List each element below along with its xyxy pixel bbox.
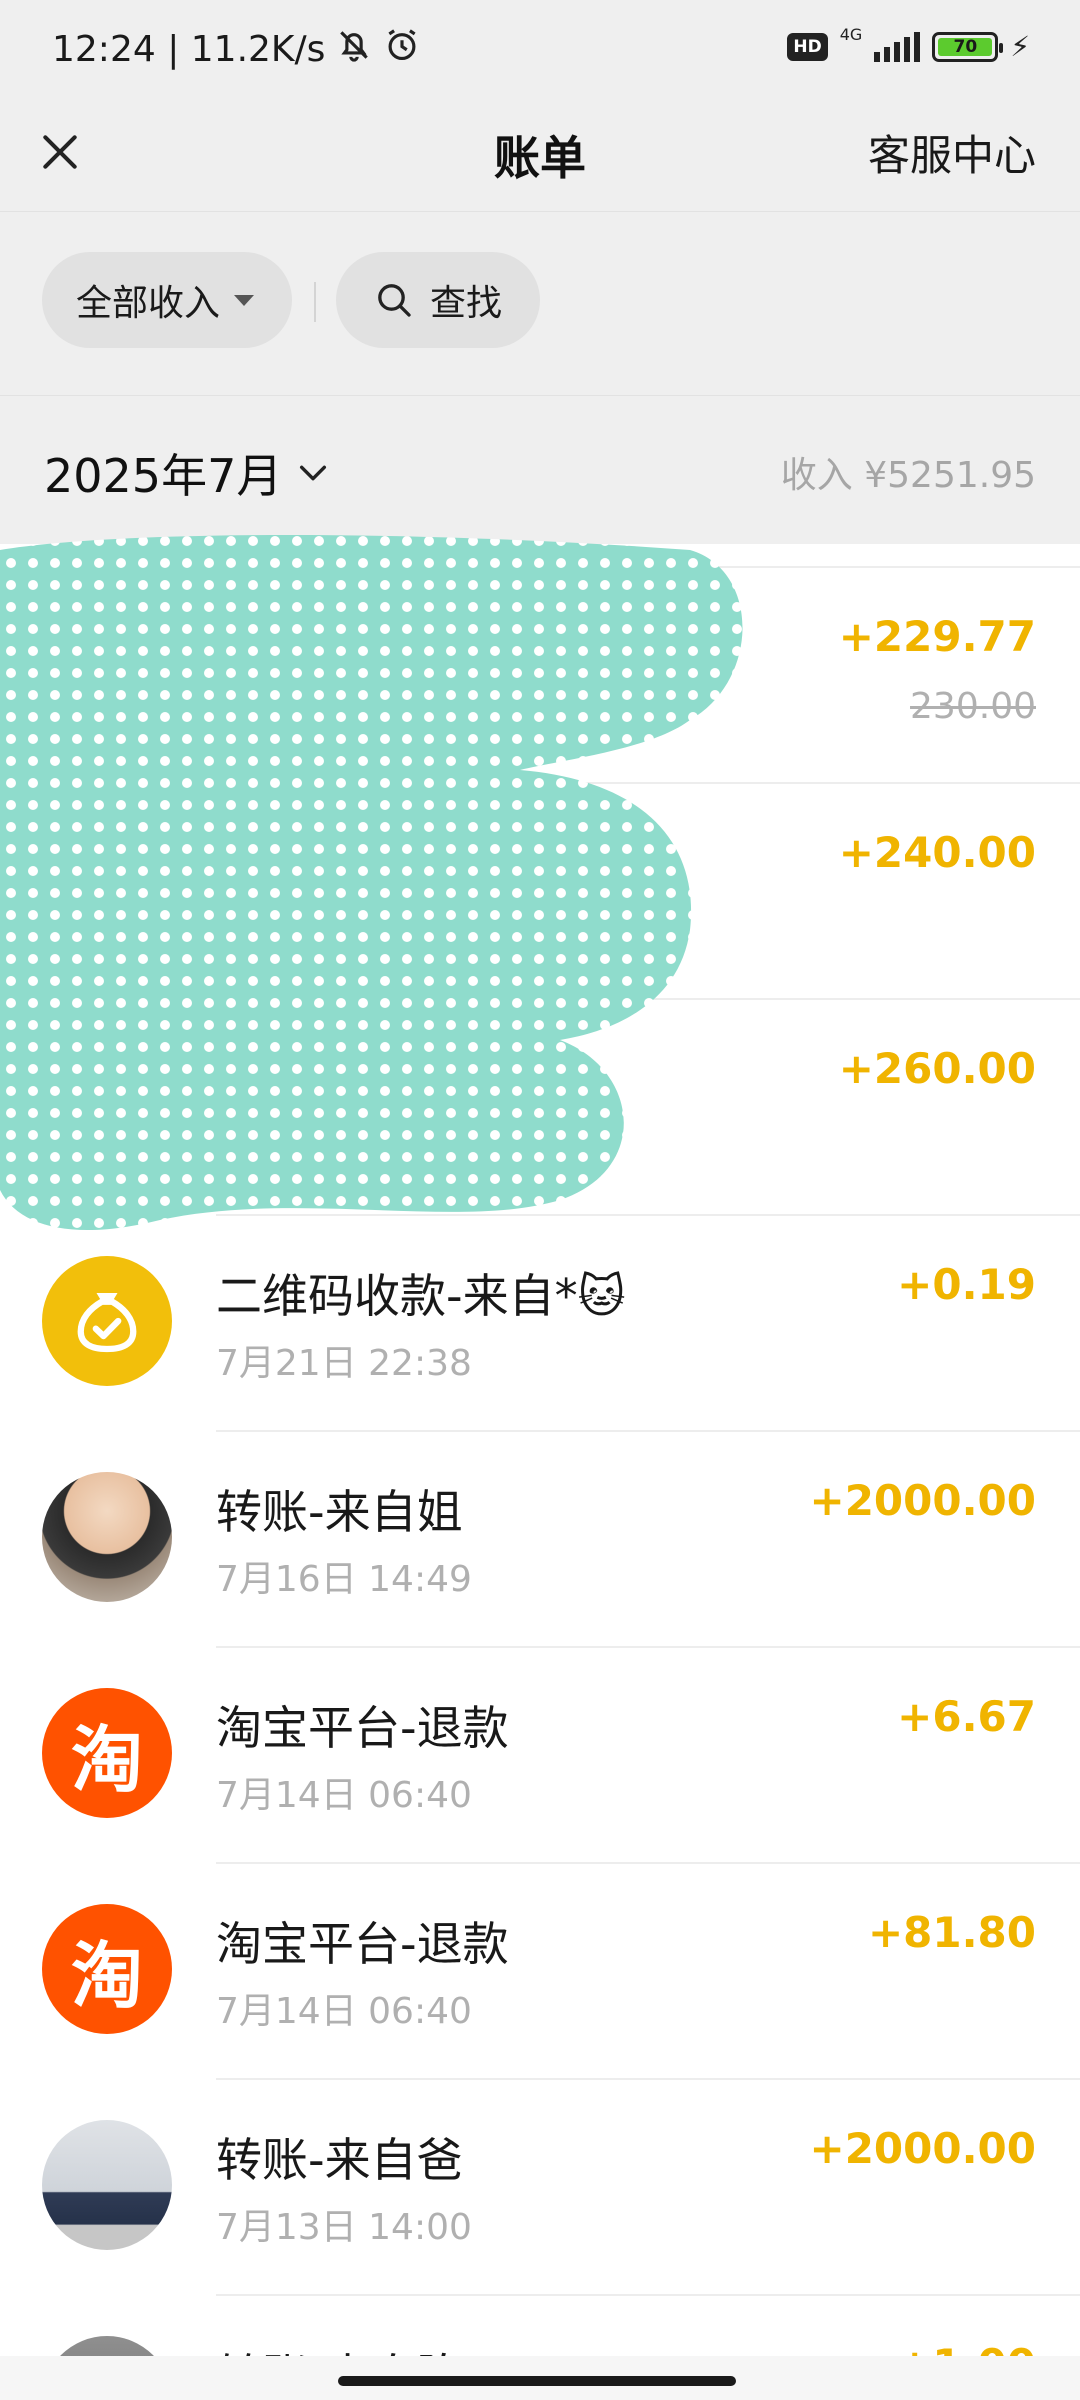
transaction-time: 7月13日 14:00	[216, 2207, 472, 2248]
nav-bar: 账单 客服中心	[0, 100, 1080, 212]
row-divider	[216, 1430, 1080, 1432]
signal-icon	[874, 31, 921, 62]
transaction-row[interactable]: 转账-来自姐 7月16日 14:49 +2000.00	[0, 1430, 1080, 1646]
row-divider	[216, 2078, 1080, 2080]
row-divider	[216, 1862, 1080, 1864]
month-label: 2025年7月	[44, 449, 283, 503]
transaction-title: 淘宝平台-退款	[216, 1917, 509, 1971]
transaction-row[interactable]: +229.77 230.00	[0, 566, 1080, 782]
row-divider	[216, 782, 1080, 784]
charging-icon: ⚡	[1010, 30, 1030, 63]
transaction-title: 淘宝平台-退款	[216, 1701, 509, 1755]
search-label: 查找	[430, 283, 503, 324]
month-header: 2025年7月 收入 ¥5251.95	[0, 396, 1080, 544]
transaction-row[interactable]: 淘 淘宝平台-退款 7月14日 06:40 +6.67	[0, 1646, 1080, 1862]
search-icon	[378, 284, 411, 317]
row-divider	[216, 1214, 1080, 1216]
home-indicator[interactable]	[338, 2376, 736, 2386]
transaction-amount: +2000.00	[809, 1476, 1037, 1525]
transaction-amount: +1.00	[897, 2340, 1036, 2356]
month-income-total: 收入 ¥5251.95	[780, 455, 1036, 496]
transaction-row[interactable]: 二维码收款-来自*🐱 7月21日 22:38 +0.19	[0, 1214, 1080, 1430]
transaction-title: 转账-来自姐	[216, 1485, 463, 1539]
row-divider	[216, 566, 1080, 568]
transaction-title: 转账-来自陈**	[216, 2340, 509, 2356]
row-divider	[216, 2294, 1080, 2296]
avatar	[42, 2336, 172, 2356]
category-filter-dropdown[interactable]: 全部收入	[42, 252, 292, 348]
taobao-logo-icon: 淘	[42, 1904, 172, 2034]
transaction-time: 7月14日 06:40	[216, 1775, 472, 1816]
taobao-logo-icon: 淘	[42, 1688, 172, 1818]
battery-level: 70	[938, 37, 993, 57]
transaction-amount: +0.19	[897, 1260, 1036, 1309]
avatar	[42, 2120, 172, 2250]
home-area	[0, 2356, 1080, 2400]
transaction-row[interactable]: 转账-来自爸 7月13日 14:00 +2000.00	[0, 2078, 1080, 2294]
battery-icon: 70	[932, 31, 1004, 62]
status-left: 12:24 | 11.2K/s	[52, 26, 421, 73]
filter-divider	[314, 282, 316, 322]
filter-row: 全部收入 查找	[0, 212, 1080, 396]
transaction-row[interactable]: 转账-来自陈** +1.00	[0, 2294, 1080, 2356]
transaction-time: 7月16日 14:49	[216, 1559, 472, 1600]
transaction-amount: +81.80	[867, 1908, 1036, 1957]
customer-service-link[interactable]: 客服中心	[868, 122, 1036, 183]
avatar	[42, 1472, 172, 1602]
transaction-row[interactable]: 淘 淘宝平台-退款 7月14日 06:40 +81.80	[0, 1862, 1080, 2078]
caret-down-icon	[234, 294, 255, 306]
month-selector[interactable]: 2025年7月	[44, 440, 330, 506]
transaction-amount: +2000.00	[809, 2124, 1037, 2173]
transaction-row[interactable]: +240.00	[0, 782, 1080, 998]
network-label: 4G	[839, 25, 863, 44]
transaction-row[interactable]: +260.00	[0, 998, 1080, 1214]
status-time: 12:24 | 11.2K/s	[52, 29, 326, 70]
wallet-icon	[42, 1256, 172, 1386]
category-filter-label: 全部收入	[76, 283, 221, 324]
search-button[interactable]: 查找	[336, 252, 540, 348]
mute-bell-icon	[335, 26, 373, 73]
transaction-amount: +260.00	[838, 1044, 1036, 1093]
transaction-original-amount: 230.00	[910, 686, 1036, 727]
status-right: HD 4G 70 ⚡	[787, 25, 1030, 63]
transaction-amount: +6.67	[897, 1692, 1036, 1741]
chevron-down-icon	[300, 465, 327, 481]
transaction-title: 转账-来自爸	[216, 2133, 463, 2187]
row-divider	[216, 998, 1080, 1000]
transaction-amount: +240.00	[838, 828, 1036, 877]
row-divider	[216, 1646, 1080, 1648]
transaction-list: +229.77 230.00 +240.00 +260.00 二维码收款-来自*…	[0, 544, 1080, 2356]
hd-badge: HD	[787, 32, 828, 61]
transaction-time: 7月14日 06:40	[216, 1991, 472, 2032]
transaction-time: 7月21日 22:38	[216, 1343, 472, 1384]
alarm-icon	[383, 26, 421, 73]
transaction-title: 二维码收款-来自*🐱	[216, 1269, 626, 1323]
transaction-amount: +229.77	[838, 612, 1036, 661]
status-bar: 12:24 | 11.2K/s HD 4G 70 ⚡	[0, 0, 1080, 100]
